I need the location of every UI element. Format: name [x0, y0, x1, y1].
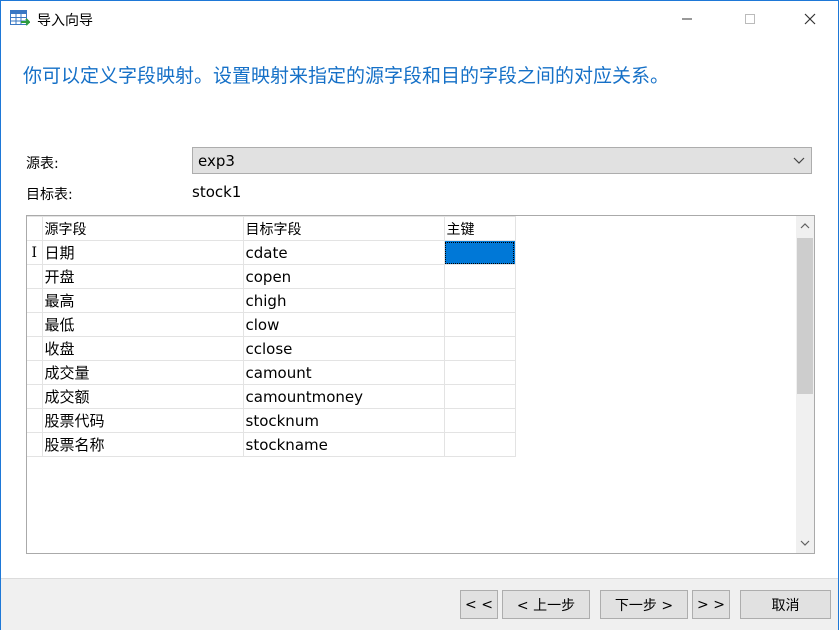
scroll-down-arrow-icon: [800, 540, 810, 546]
header-row: 源字段 目标字段 主键: [27, 216, 516, 241]
vertical-scrollbar[interactable]: [796, 216, 814, 553]
next-step-button[interactable]: 下一步 >: [600, 590, 688, 619]
source-field-cell[interactable]: 最高: [41, 288, 244, 313]
scroll-down-button[interactable]: [796, 533, 814, 553]
maximize-button[interactable]: [727, 1, 773, 37]
row-selector[interactable]: [27, 408, 43, 433]
wizard-instruction-heading: 你可以定义字段映射。设置映射来指定的源字段和目的字段之间的对应关系。: [23, 65, 670, 87]
source-table-value: exp3: [198, 152, 235, 170]
column-header-primary-key[interactable]: 主键: [443, 216, 516, 241]
source-field-cell[interactable]: 股票代码: [41, 408, 244, 433]
source-table-select[interactable]: exp3: [192, 147, 812, 174]
table-import-icon: [10, 10, 32, 28]
table-row[interactable]: 最低 clow: [27, 312, 516, 337]
row-selector[interactable]: [27, 384, 43, 409]
row-selector[interactable]: [27, 312, 43, 337]
target-field-cell[interactable]: clow: [242, 312, 445, 337]
minimize-button[interactable]: [664, 1, 710, 37]
close-button[interactable]: [787, 1, 833, 37]
current-row-marker: I: [31, 244, 38, 261]
primary-key-cell[interactable]: [443, 432, 516, 457]
field-mapping-table: 源字段 目标字段 主键 I 日期 cdate 开盘 copen 最高 chigh: [27, 216, 516, 457]
table-row[interactable]: I 日期 cdate: [27, 240, 516, 265]
column-header-source-field[interactable]: 源字段: [41, 216, 244, 241]
target-field-cell[interactable]: stockname: [242, 432, 445, 457]
row-selector[interactable]: [27, 288, 43, 313]
source-field-cell[interactable]: 收盘: [41, 336, 244, 361]
source-table-label: 源表:: [26, 156, 59, 172]
row-selector[interactable]: [27, 360, 43, 385]
first-step-button[interactable]: < <: [460, 590, 498, 619]
previous-step-button[interactable]: < 上一步: [502, 590, 590, 619]
source-field-cell[interactable]: 成交额: [41, 384, 244, 409]
source-field-cell[interactable]: 最低: [41, 312, 244, 337]
title-bar: 导入向导: [1, 1, 838, 37]
target-field-cell[interactable]: copen: [242, 264, 445, 289]
row-selector[interactable]: [27, 264, 43, 289]
minimize-icon: [682, 18, 692, 20]
target-field-cell[interactable]: chigh: [242, 288, 445, 313]
source-field-cell[interactable]: 成交量: [41, 360, 244, 385]
target-field-cell[interactable]: cdate: [242, 240, 445, 265]
target-field-cell[interactable]: cclose: [242, 336, 445, 361]
import-wizard-window: 导入向导 你可以定义字段映射。设置映射来指定的源字段和目的字段之间的对应关系。 …: [0, 0, 839, 630]
chevron-down-icon: [793, 154, 805, 166]
column-header-target-field[interactable]: 目标字段: [242, 216, 445, 241]
scroll-thumb[interactable]: [797, 238, 813, 394]
window-title: 导入向导: [37, 13, 93, 29]
table-row[interactable]: 收盘 cclose: [27, 336, 516, 361]
primary-key-cell[interactable]: [443, 336, 516, 361]
primary-key-cell[interactable]: [443, 360, 516, 385]
field-mapping-grid: 源字段 目标字段 主键 I 日期 cdate 开盘 copen 最高 chigh: [26, 215, 815, 554]
source-field-cell[interactable]: 开盘: [41, 264, 244, 289]
maximize-icon: [745, 14, 755, 24]
table-row[interactable]: 股票代码 stocknum: [27, 408, 516, 433]
wizard-footer: < < < 上一步 下一步 > > > 取消: [1, 578, 838, 630]
target-field-cell[interactable]: stocknum: [242, 408, 445, 433]
row-selector[interactable]: [27, 336, 43, 361]
table-row[interactable]: 成交量 camount: [27, 360, 516, 385]
primary-key-cell[interactable]: [443, 408, 516, 433]
last-step-button[interactable]: > >: [692, 590, 730, 619]
cancel-button[interactable]: 取消: [740, 590, 831, 619]
row-selector[interactable]: [27, 432, 43, 457]
table-row[interactable]: 开盘 copen: [27, 264, 516, 289]
scroll-up-button[interactable]: [796, 216, 814, 236]
close-icon: [804, 13, 816, 25]
source-field-cell[interactable]: 日期: [41, 240, 244, 265]
primary-key-cell[interactable]: [443, 384, 516, 409]
target-field-cell[interactable]: camount: [242, 360, 445, 385]
table-row[interactable]: 最高 chigh: [27, 288, 516, 313]
target-field-cell[interactable]: camountmoney: [242, 384, 445, 409]
source-field-cell[interactable]: 股票名称: [41, 432, 244, 457]
table-row[interactable]: 股票名称 stockname: [27, 432, 516, 457]
target-table-label: 目标表:: [26, 187, 73, 203]
primary-key-cell[interactable]: [443, 312, 516, 337]
row-selector[interactable]: I: [27, 240, 43, 265]
primary-key-cell[interactable]: [443, 264, 516, 289]
primary-key-cell[interactable]: [443, 288, 516, 313]
scroll-up-arrow-icon: [800, 223, 810, 229]
table-row[interactable]: 成交额 camountmoney: [27, 384, 516, 409]
primary-key-cell[interactable]: [443, 240, 516, 265]
target-table-value: stock1: [192, 183, 242, 201]
row-header-corner: [27, 216, 43, 241]
